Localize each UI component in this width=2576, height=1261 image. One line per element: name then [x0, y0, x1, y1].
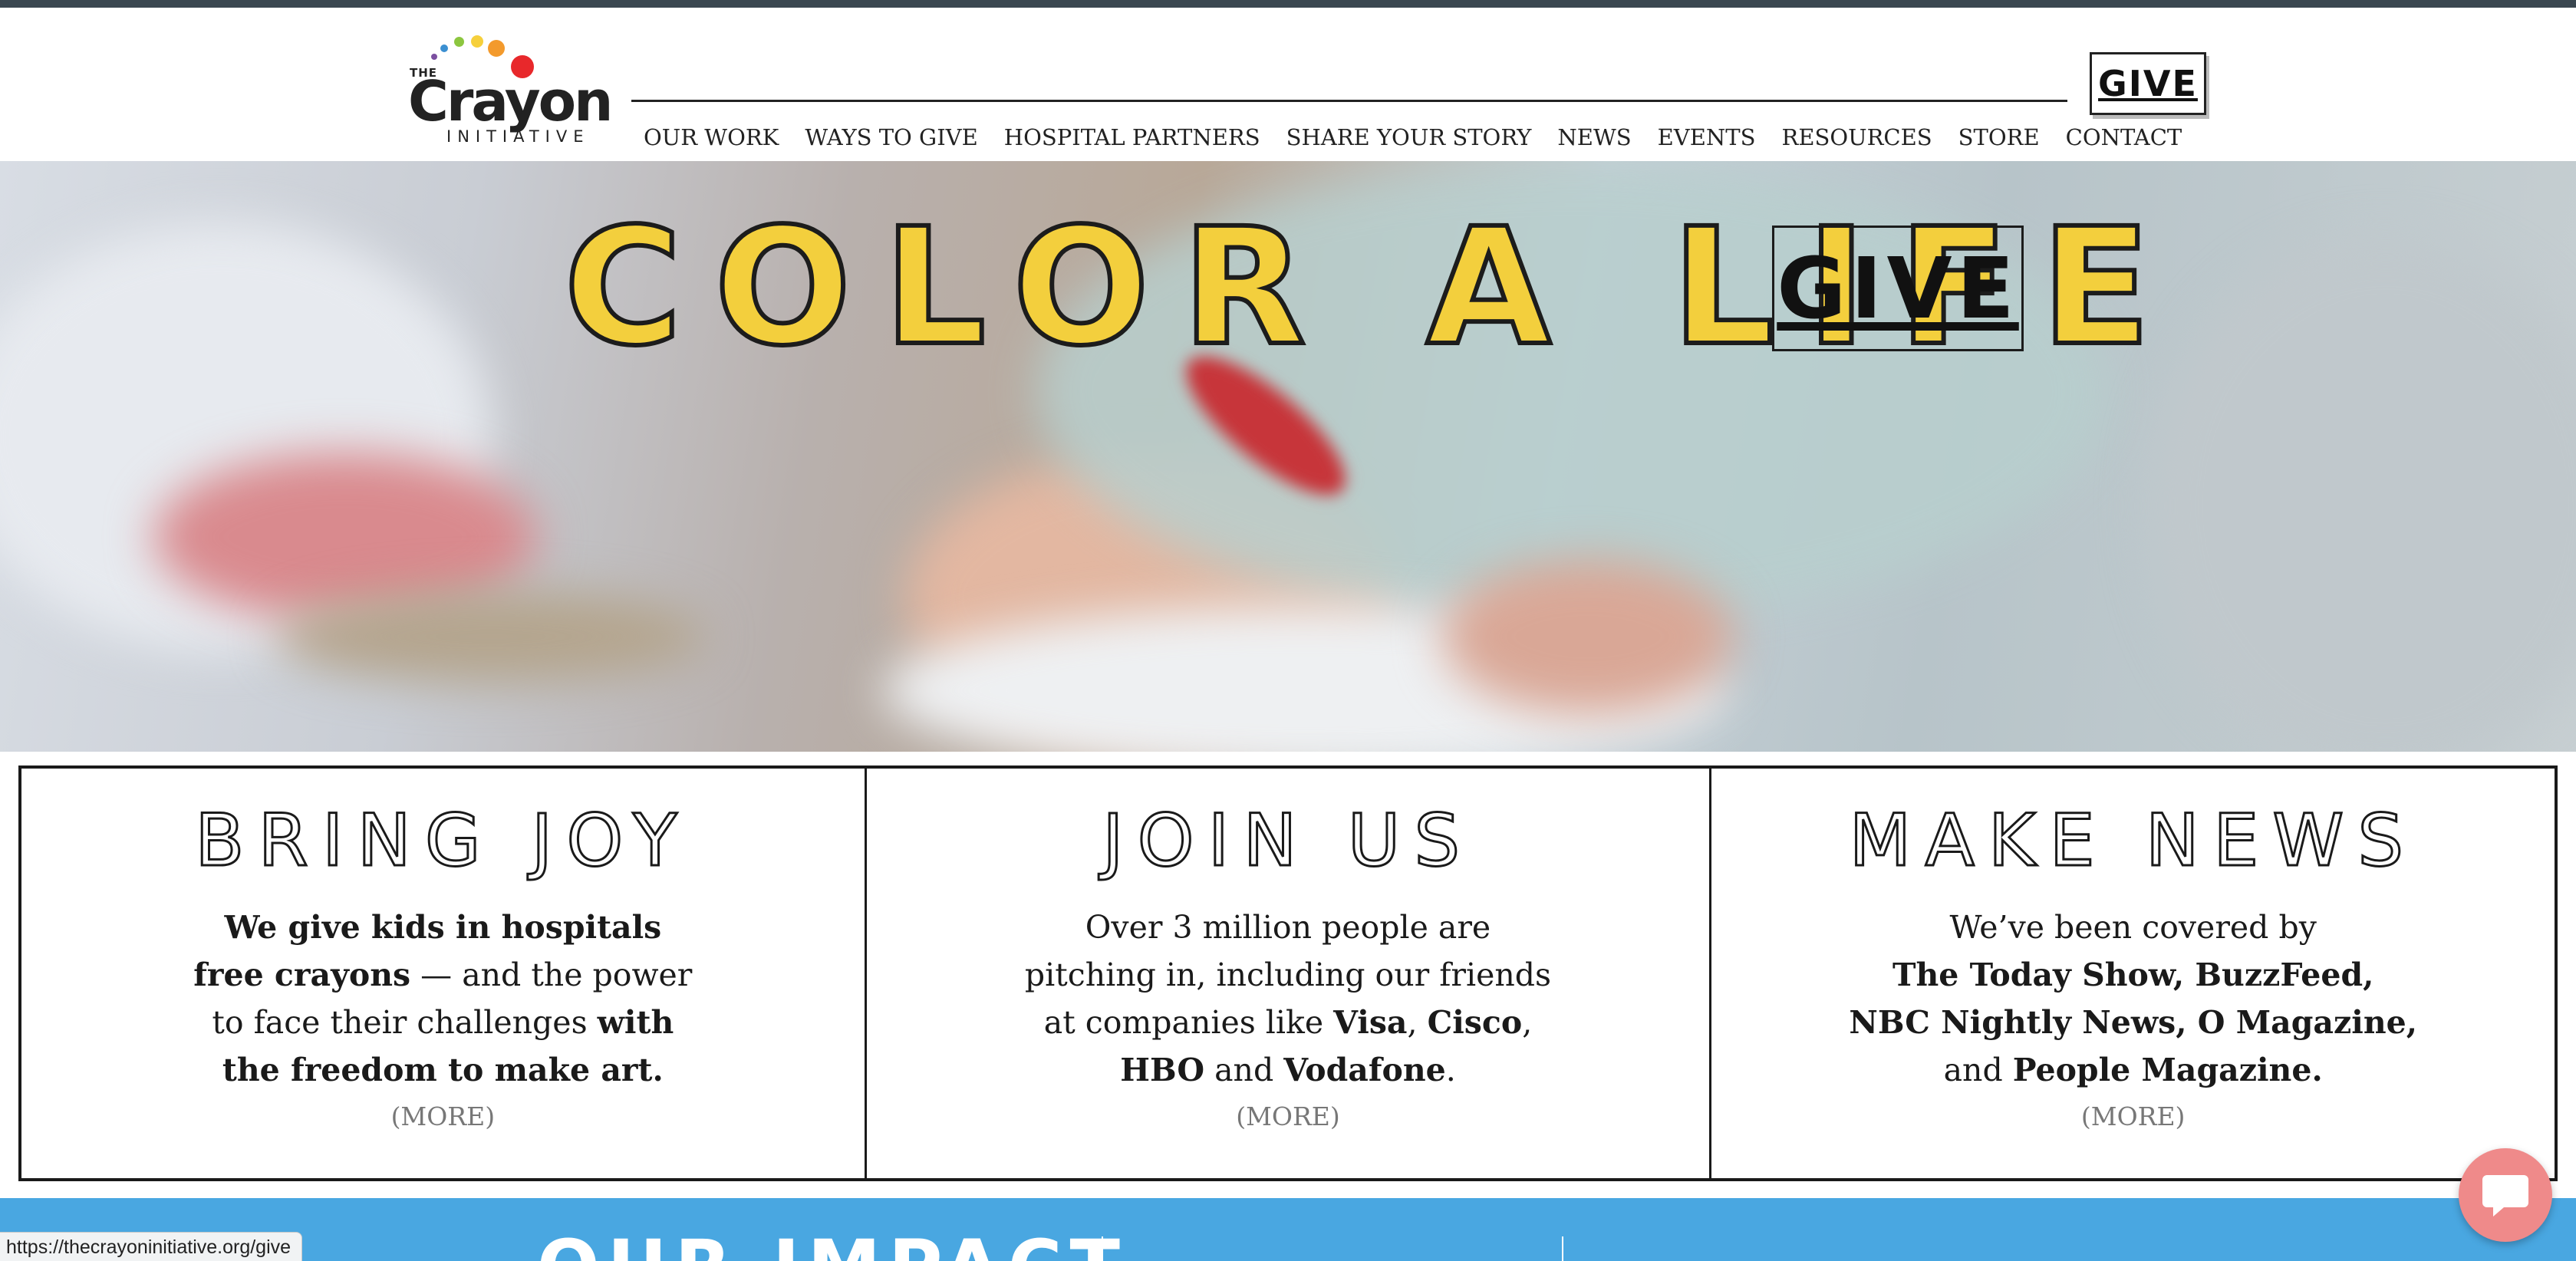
browser-top-strip — [0, 0, 2576, 8]
nav-our-work[interactable]: OUR WORK — [631, 118, 792, 156]
body-text: and — [1943, 1052, 2013, 1088]
body-text: , — [1407, 1004, 1428, 1041]
body-text: We’ve been covered by — [1949, 909, 2317, 946]
bold-text: Visa — [1333, 1004, 1408, 1041]
hero-give-button[interactable]: GIVE — [1772, 226, 2024, 351]
logo-dot — [488, 40, 505, 57]
bold-text: with — [597, 1004, 674, 1041]
nav-divider — [631, 100, 2067, 102]
box-body: We give kids in hospitals free crayons — … — [21, 904, 865, 1094]
box-body-line: The Today Show, BuzzFeed, — [1711, 951, 2555, 999]
box-title: JOIN US — [1101, 799, 1474, 883]
box-body-line: We’ve been covered by — [1711, 904, 2555, 951]
hero-photo — [276, 591, 706, 683]
box-title: MAKE NEWS — [1848, 799, 2417, 883]
logo-wordmark: Crayon — [408, 69, 613, 133]
bold-text: the freedom to make art. — [222, 1052, 664, 1088]
body-text: Over 3 million people are — [1085, 909, 1491, 946]
logo-dot — [454, 37, 464, 47]
box-body-line: We give kids in hospitals — [21, 904, 865, 951]
box-title: BRING JOY — [194, 799, 691, 883]
box-body-line: HBO and Vodafone. — [867, 1046, 1710, 1094]
body-text: pitching in, including our friends — [1024, 956, 1552, 993]
bold-text: free crayons — [193, 956, 411, 993]
more-link[interactable]: (MORE) — [1711, 1101, 2555, 1131]
nav-hospital-partners[interactable]: HOSPITAL PARTNERS — [991, 118, 1273, 156]
feature-box-make-news: MAKE NEWS We’ve been covered by The Today… — [1709, 769, 2555, 1178]
nav-share-your-story[interactable]: SHARE YOUR STORY — [1273, 118, 1545, 156]
hero-photo — [1442, 560, 1734, 713]
more-link[interactable]: (MORE) — [21, 1101, 865, 1131]
body-text: and — [1204, 1052, 1284, 1088]
box-body-line: free crayons — and the power — [21, 951, 865, 999]
status-bar-url: https://thecrayoninitiative.org/give — [0, 1232, 303, 1261]
nav-news[interactable]: NEWS — [1544, 118, 1644, 156]
body-text: at companies like — [1043, 1004, 1334, 1041]
feature-boxes: BRING JOY We give kids in hospitals free … — [18, 765, 2558, 1181]
box-body-line: Over 3 million people are — [867, 904, 1710, 951]
body-text: — and the power — [410, 956, 693, 993]
hero-banner: COLOR A LIFE GIVE — [0, 161, 2576, 752]
feature-box-join-us: JOIN US Over 3 million people are pitchin… — [864, 769, 1710, 1178]
impact-band: OUR IMPACT — [0, 1198, 2576, 1261]
feature-box-bring-joy: BRING JOY We give kids in hospitals free … — [21, 769, 865, 1178]
logo-dot — [431, 54, 437, 60]
bold-text: HBO — [1120, 1052, 1205, 1088]
bold-text: Vodafone — [1283, 1052, 1446, 1088]
nav-resources[interactable]: RESOURCES — [1769, 118, 1945, 156]
bold-text: Cisco — [1427, 1004, 1523, 1041]
nav-contact[interactable]: CONTACT — [2053, 118, 2196, 156]
logo-dot — [440, 44, 448, 52]
box-body-line: the freedom to make art. — [21, 1046, 865, 1094]
header-give-button[interactable]: GIVE — [2090, 52, 2206, 115]
more-link[interactable]: (MORE) — [867, 1101, 1710, 1131]
main-nav: OUR WORK WAYS TO GIVE HOSPITAL PARTNERS … — [631, 118, 2195, 156]
box-body: Over 3 million people are pitching in, in… — [867, 904, 1710, 1094]
chat-button[interactable] — [2459, 1148, 2552, 1242]
body-text: , — [1522, 1004, 1533, 1041]
impact-title: OUR IMPACT — [537, 1230, 1128, 1261]
box-body-line: to face their challenges with — [21, 999, 865, 1046]
box-body-line: and People Magazine. — [1711, 1046, 2555, 1094]
box-body: We’ve been covered by The Today Show, Buz… — [1711, 904, 2555, 1094]
chat-bubble-icon — [2482, 1175, 2528, 1217]
nav-store[interactable]: STORE — [1945, 118, 2053, 156]
body-text: to face their challenges — [212, 1004, 598, 1041]
nav-ways-to-give[interactable]: WAYS TO GIVE — [792, 118, 990, 156]
site-header: THE Crayon INITIATIVE OUR WORK WAYS TO G… — [0, 8, 2576, 161]
box-body-line: NBC Nightly News, O Magazine, — [1711, 999, 2555, 1046]
bold-text: We give kids in hospitals — [224, 909, 662, 946]
crayon-initiative-logo[interactable]: THE Crayon INITIATIVE — [408, 29, 613, 152]
nav-events[interactable]: EVENTS — [1645, 118, 1769, 156]
bold-text: NBC Nightly News, O Magazine, — [1849, 1004, 2417, 1041]
bold-text: People Magazine. — [2012, 1052, 2323, 1088]
hero-photo — [2148, 238, 2576, 752]
logo-dot — [471, 35, 483, 48]
bold-text: The Today Show, BuzzFeed, — [1892, 956, 2374, 993]
impact-divider — [1102, 1236, 1103, 1261]
logo-subtitle: INITIATIVE — [446, 127, 590, 146]
box-body-line: pitching in, including our friends — [867, 951, 1710, 999]
impact-divider — [1562, 1236, 1563, 1261]
box-body-line: at companies like Visa, Cisco, — [867, 999, 1710, 1046]
body-text: . — [1445, 1052, 1456, 1088]
